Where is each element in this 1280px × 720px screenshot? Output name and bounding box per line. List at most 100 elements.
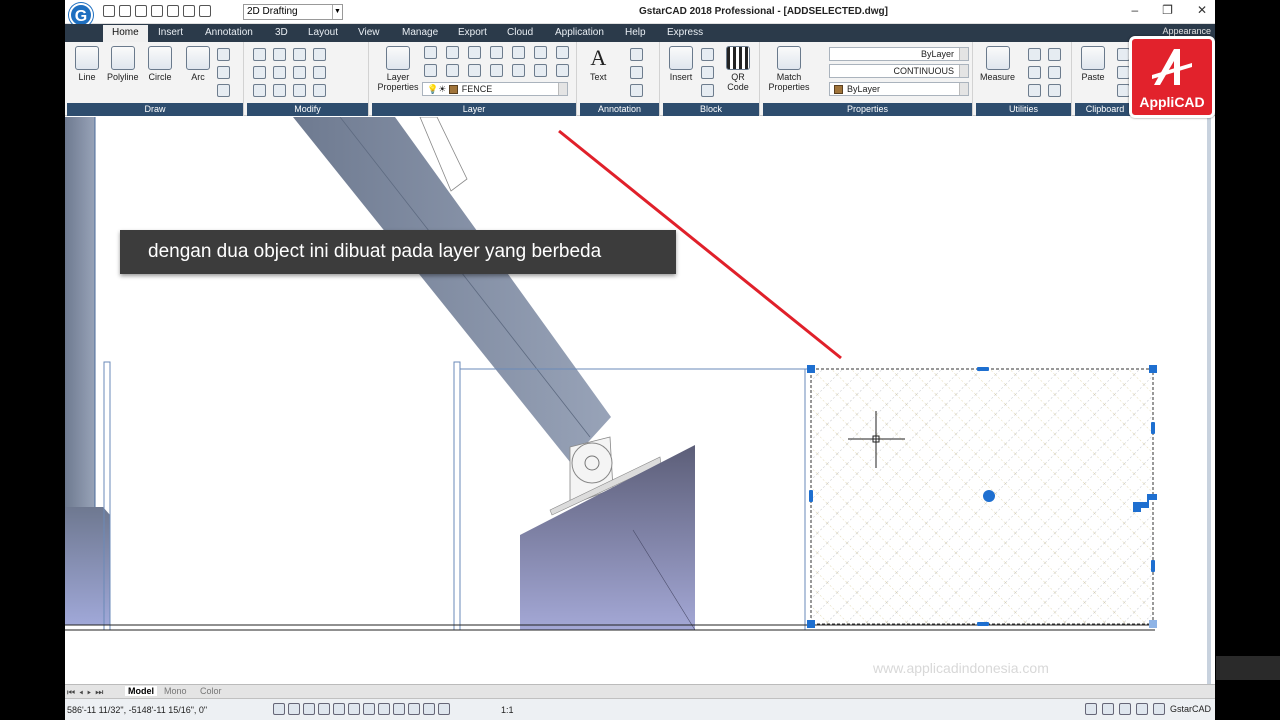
workspace-select[interactable]: 2D Drafting ▼ — [243, 4, 343, 20]
tab-annotation[interactable]: Annotation — [205, 27, 253, 38]
osnap-toggle-icon[interactable] — [333, 703, 345, 715]
selected-hatch-object[interactable] — [810, 368, 1154, 625]
layer-tool-icon[interactable] — [446, 46, 459, 59]
rotate-icon[interactable] — [273, 48, 286, 61]
gear-icon[interactable] — [1084, 703, 1097, 715]
appearance-menu[interactable]: Appearance — [1162, 26, 1211, 36]
annotation-scale-icon[interactable] — [438, 703, 450, 715]
tab-express[interactable]: Express — [667, 27, 703, 38]
line-button[interactable]: Line — [75, 46, 99, 82]
annotation-panel-label[interactable]: Annotation — [580, 103, 659, 116]
point-icon[interactable] — [217, 48, 230, 61]
modify-panel-label[interactable]: Modify — [247, 103, 368, 116]
layer-tool-icon[interactable] — [490, 46, 503, 59]
selection-cycle-icon[interactable] — [423, 703, 435, 715]
layer-tool-icon[interactable] — [512, 64, 525, 77]
explode-icon[interactable] — [313, 66, 326, 79]
tab-mono[interactable]: Mono — [164, 686, 187, 696]
tab-view[interactable]: View — [358, 27, 380, 38]
clipboard-panel-label[interactable]: Clipboard — [1075, 103, 1135, 116]
draw-panel-label[interactable]: Draw — [67, 103, 243, 116]
linetype-combo[interactable]: CONTINUOUS — [829, 64, 969, 78]
tab-layout[interactable]: Layout — [308, 27, 338, 38]
measure-button[interactable]: Measure — [980, 46, 1015, 82]
select-icon[interactable] — [1048, 48, 1061, 61]
redo-icon[interactable] — [199, 5, 211, 17]
layer-properties-button[interactable]: Layer Properties — [376, 46, 420, 92]
tab-manage[interactable]: Manage — [402, 27, 438, 38]
layer-tool-icon[interactable] — [534, 64, 547, 77]
lightbulb-icon[interactable] — [1118, 703, 1131, 715]
match-properties-button[interactable]: Match Properties — [767, 46, 811, 92]
hatch-icon[interactable] — [217, 84, 230, 97]
new-file-icon[interactable] — [103, 5, 115, 17]
layer-tool-icon[interactable] — [512, 46, 525, 59]
copy-icon[interactable] — [253, 66, 266, 79]
left-column-shape[interactable] — [65, 117, 95, 507]
annotation-scale-value[interactable]: 1:1 — [501, 705, 514, 715]
polyline-button[interactable]: Polyline — [107, 46, 139, 82]
layer-tool-icon[interactable] — [556, 64, 569, 77]
layer-tool-icon[interactable] — [534, 46, 547, 59]
table-icon[interactable] — [630, 48, 643, 61]
scale-icon[interactable] — [253, 84, 266, 97]
ortho-toggle-icon[interactable] — [303, 703, 315, 715]
grid-toggle-icon[interactable] — [273, 703, 285, 715]
paste-button[interactable]: Paste — [1081, 46, 1105, 82]
block-attribute-icon[interactable] — [701, 66, 714, 79]
save-as-icon[interactable] — [151, 5, 163, 17]
ellipse-icon[interactable] — [217, 66, 230, 79]
drawing-canvas[interactable]: dengan dua object ini dibuat pada layer … — [65, 117, 1215, 684]
area-icon[interactable] — [1048, 84, 1061, 97]
layout-nav-arrows[interactable]: ⏮◂▸⏭ — [67, 687, 107, 698]
qr-code-button[interactable]: QR Code — [723, 46, 753, 92]
lineweight-combo[interactable]: ByLayer — [829, 47, 969, 61]
undo-icon[interactable] — [183, 5, 195, 17]
fullscreen-icon[interactable] — [1152, 703, 1165, 715]
angle-icon[interactable] — [1028, 48, 1041, 61]
layer-panel-label[interactable]: Layer — [372, 103, 576, 116]
trim-icon[interactable] — [293, 48, 306, 61]
move-icon[interactable] — [253, 48, 266, 61]
mirror-icon[interactable] — [313, 48, 326, 61]
ducs-toggle-icon[interactable] — [363, 703, 375, 715]
group-icon[interactable] — [1048, 66, 1061, 79]
block-edit-icon[interactable] — [701, 48, 714, 61]
offset-icon[interactable] — [293, 84, 306, 97]
id-point-icon[interactable] — [1028, 84, 1041, 97]
lineweight-toggle-icon[interactable] — [393, 703, 405, 715]
erase-icon[interactable] — [313, 84, 326, 97]
tab-cloud[interactable]: Cloud — [507, 27, 533, 38]
layer-tool-icon[interactable] — [446, 64, 459, 77]
transparency-toggle-icon[interactable] — [408, 703, 420, 715]
stretch-icon[interactable] — [273, 66, 286, 79]
tab-3d[interactable]: 3D — [275, 27, 288, 38]
fillet-icon[interactable] — [293, 66, 306, 79]
block-panel-label[interactable]: Block — [663, 103, 759, 116]
leader-icon[interactable] — [630, 66, 643, 79]
color-combo[interactable]: ByLayer — [829, 82, 969, 96]
layer-tool-icon[interactable] — [424, 64, 437, 77]
block-define-icon[interactable] — [701, 84, 714, 97]
dyn-toggle-icon[interactable] — [378, 703, 390, 715]
layer-tool-icon[interactable] — [468, 46, 481, 59]
close-button[interactable]: ✕ — [1197, 3, 1207, 17]
snap-toggle-icon[interactable] — [288, 703, 300, 715]
left-footing-shape[interactable] — [65, 507, 110, 625]
tab-model[interactable]: Model — [125, 686, 157, 696]
tab-insert[interactable]: Insert — [158, 27, 183, 38]
dimension-icon[interactable] — [630, 84, 643, 97]
tab-help[interactable]: Help — [625, 27, 646, 38]
calculator-icon[interactable] — [1028, 66, 1041, 79]
arc-button[interactable]: Arc — [186, 46, 210, 82]
lock-icon[interactable] — [1101, 703, 1114, 715]
polar-toggle-icon[interactable] — [318, 703, 330, 715]
save-icon[interactable] — [135, 5, 147, 17]
open-file-icon[interactable] — [119, 5, 131, 17]
utilities-panel-label[interactable]: Utilities — [976, 103, 1071, 116]
print-icon[interactable] — [167, 5, 179, 17]
layer-tool-icon[interactable] — [468, 64, 481, 77]
restore-button[interactable]: ❐ — [1162, 3, 1173, 17]
text-button[interactable]: A Text — [590, 46, 607, 83]
properties-panel-label[interactable]: Properties — [763, 103, 972, 116]
